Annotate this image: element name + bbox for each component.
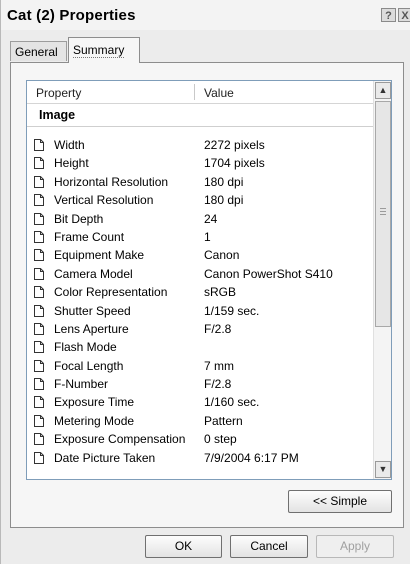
tab-general-label: General (15, 45, 58, 59)
ok-button[interactable]: OK (145, 535, 222, 558)
apply-button[interactable]: Apply (316, 535, 394, 558)
property-name: Date Picture Taken (54, 450, 156, 465)
property-value[interactable]: 180 dpi (204, 193, 243, 207)
property-name: Frame Count (54, 229, 125, 244)
document-icon (34, 322, 44, 335)
property-value[interactable]: 24 (204, 212, 217, 226)
table-row[interactable]: Height 1704 pixels (27, 154, 373, 172)
table-row[interactable]: Flash Mode (27, 338, 373, 356)
property-name: Bit Depth (54, 211, 104, 226)
tab-summary[interactable]: Summary (68, 37, 140, 63)
property-name: Exposure Compensation (54, 432, 186, 447)
table-row[interactable]: Vertical Resolution 180 dpi (27, 191, 373, 209)
document-icon (34, 267, 44, 280)
close-button[interactable]: X (398, 8, 410, 22)
scroll-thumb[interactable] (375, 101, 391, 327)
document-icon (34, 175, 44, 188)
document-icon (34, 139, 44, 151)
property-name: Horizontal Resolution (54, 174, 169, 189)
help-button[interactable]: ? (381, 8, 396, 22)
property-value[interactable]: Pattern (204, 414, 243, 428)
table-row[interactable]: Exposure Time 1/160 sec. (27, 393, 373, 411)
document-icon (34, 341, 44, 354)
property-value[interactable]: 2272 pixels (204, 138, 265, 152)
table-row[interactable]: Bit Depth 24 (27, 210, 373, 228)
title-bar[interactable]: Cat (2) Properties ? X (1, 0, 410, 30)
property-name: Lens Aperture (54, 321, 129, 336)
table-row[interactable]: Lens Aperture F/2.8 (27, 320, 373, 338)
document-icon (34, 378, 44, 391)
property-name: Focal Length (54, 358, 124, 373)
scroll-up-button[interactable]: ▲ (375, 82, 391, 99)
table-row[interactable]: Equipment Make Canon (27, 246, 373, 264)
property-name: Width (54, 138, 85, 152)
table-row[interactable]: Metering Mode Pattern (27, 412, 373, 430)
property-name: Equipment Make (54, 248, 145, 263)
column-header-value[interactable]: Value (204, 86, 234, 100)
property-value[interactable]: sRGB (204, 285, 236, 299)
property-value[interactable]: 180 dpi (204, 175, 243, 189)
document-icon (34, 396, 44, 409)
document-icon (34, 451, 44, 464)
tab-summary-label: Summary (73, 43, 125, 58)
property-value[interactable]: 1/160 sec. (204, 395, 259, 409)
cancel-button[interactable]: Cancel (230, 535, 308, 558)
vertical-scrollbar[interactable]: ▲ ▼ (373, 81, 391, 479)
property-value[interactable]: 7 mm (204, 359, 234, 373)
document-icon (34, 194, 44, 207)
property-name: Shutter Speed (54, 303, 131, 318)
property-value[interactable]: Canon (204, 248, 239, 262)
table-row[interactable]: Horizontal Resolution 180 dpi (27, 173, 373, 191)
property-name: Color Representation (54, 285, 168, 300)
property-name: Metering Mode (54, 413, 135, 428)
property-value[interactable]: F/2.8 (204, 377, 231, 391)
property-value[interactable]: 1/159 sec. (204, 304, 259, 318)
property-name: F-Number (54, 377, 109, 392)
document-icon (34, 230, 44, 243)
property-name: Vertical Resolution (54, 193, 154, 208)
property-name: Camera Model (54, 266, 133, 281)
window-title: Cat (2) Properties (7, 7, 136, 24)
document-icon (34, 157, 44, 170)
property-name: Flash Mode (54, 340, 117, 355)
scroll-down-button[interactable]: ▼ (375, 461, 391, 478)
property-name: Exposure Time (54, 395, 135, 410)
property-value[interactable]: 7/9/2004 6:17 PM (204, 451, 299, 465)
document-icon (34, 249, 44, 262)
document-icon (34, 414, 44, 427)
table-row[interactable]: Exposure Compensation 0 step (27, 430, 373, 448)
document-icon (34, 359, 44, 372)
column-divider[interactable] (194, 84, 195, 100)
simple-button[interactable]: << Simple (288, 490, 392, 513)
property-value[interactable]: 1704 pixels (204, 156, 265, 170)
group-header-image: Image (27, 105, 373, 127)
list-header: Property Value (27, 81, 373, 104)
table-row[interactable]: Focal Length 7 mm (27, 357, 373, 375)
document-icon (34, 286, 44, 299)
properties-list[interactable]: Property Value Image Width 2272 pixels Hei… (26, 80, 392, 480)
property-rows: Width 2272 pixels Height 1704 pixels Horizon… (27, 136, 373, 467)
table-row[interactable]: Camera Model Canon PowerShot S410 (27, 265, 373, 283)
table-row[interactable]: Date Picture Taken 7/9/2004 6:17 PM (27, 449, 373, 467)
property-value[interactable]: 0 step (204, 432, 237, 446)
table-row[interactable]: Color Representation sRGB (27, 283, 373, 301)
group-label: Image (39, 108, 76, 122)
column-header-property[interactable]: Property (36, 86, 81, 100)
document-icon (34, 304, 44, 317)
document-icon (34, 212, 44, 225)
property-value[interactable]: 1 (204, 230, 211, 244)
property-value[interactable]: Canon PowerShot S410 (204, 267, 333, 281)
table-row[interactable]: Shutter Speed 1/159 sec. (27, 302, 373, 320)
table-row[interactable]: Frame Count 1 (27, 228, 373, 246)
table-row[interactable]: Width 2272 pixels (27, 136, 373, 154)
properties-dialog: Cat (2) Properties ? X General Summary P… (0, 0, 410, 564)
property-name: Height (54, 156, 89, 171)
document-icon (34, 433, 44, 446)
table-row[interactable]: F-Number F/2.8 (27, 375, 373, 393)
property-value[interactable]: F/2.8 (204, 322, 231, 336)
tab-general[interactable]: General (10, 41, 67, 61)
